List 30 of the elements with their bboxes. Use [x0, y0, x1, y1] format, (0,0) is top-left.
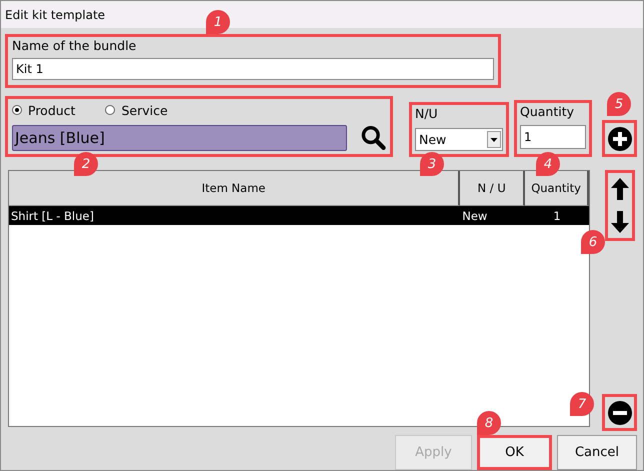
quantity-field[interactable]: 1 — [520, 125, 586, 149]
radio-option[interactable]: Service — [105, 102, 168, 118]
search-icon[interactable] — [360, 125, 386, 151]
name-field[interactable]: Kit 1 — [12, 58, 494, 80]
callout-marker: 6 — [581, 230, 605, 254]
callout-marker: 1 — [206, 10, 230, 34]
dialog-button[interactable]: OK — [477, 435, 552, 470]
condition-dropdown[interactable]: New — [415, 128, 503, 151]
callout-marker: 3 — [420, 152, 444, 176]
add-icon[interactable] — [608, 126, 632, 150]
arrow-up-icon[interactable] — [611, 178, 629, 200]
callout-marker: 5 — [607, 92, 631, 116]
caret-icon — [487, 131, 501, 148]
radio-option[interactable]: Product — [12, 102, 76, 118]
table-cell-text: New — [461, 208, 488, 224]
window-title: Edit kit template — [5, 8, 106, 22]
item-field[interactable]: Jeans [Blue] — [12, 125, 347, 151]
dialog-button[interactable]: Cancel — [557, 435, 637, 470]
table-cell-text: Shirt [L - Blue] — [10, 208, 95, 224]
field-label: Quantity — [520, 104, 576, 119]
field-label: Name of the bundle — [12, 38, 138, 53]
callout-marker: 8 — [477, 411, 501, 435]
remove-icon[interactable] — [608, 400, 632, 424]
callout-marker: 4 — [536, 152, 560, 176]
table-cell-text: 1 — [552, 208, 562, 224]
callout-marker: 7 — [570, 392, 594, 416]
callout-marker: 2 — [74, 152, 98, 176]
table-row[interactable]: Shirt [L - Blue] New 1 — [9, 206, 589, 225]
field-label: N/U — [415, 106, 439, 121]
arrow-down-icon[interactable] — [611, 210, 629, 233]
